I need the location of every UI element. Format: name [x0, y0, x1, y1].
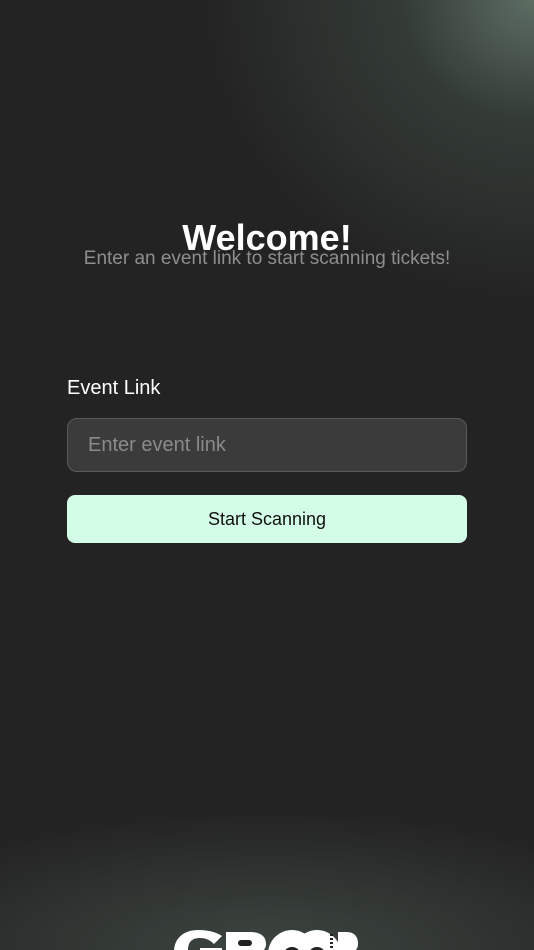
welcome-subtitle: Enter an event link to start scanning ti…: [83, 248, 451, 269]
event-link-input[interactable]: [68, 419, 466, 471]
brand-logo-icon: [170, 926, 360, 950]
start-scanning-button[interactable]: Start Scanning: [67, 495, 467, 543]
event-link-field-container: [67, 418, 467, 472]
app-screen: Welcome! Enter an event link to start sc…: [0, 0, 534, 950]
event-link-label: Event Link: [67, 377, 161, 399]
